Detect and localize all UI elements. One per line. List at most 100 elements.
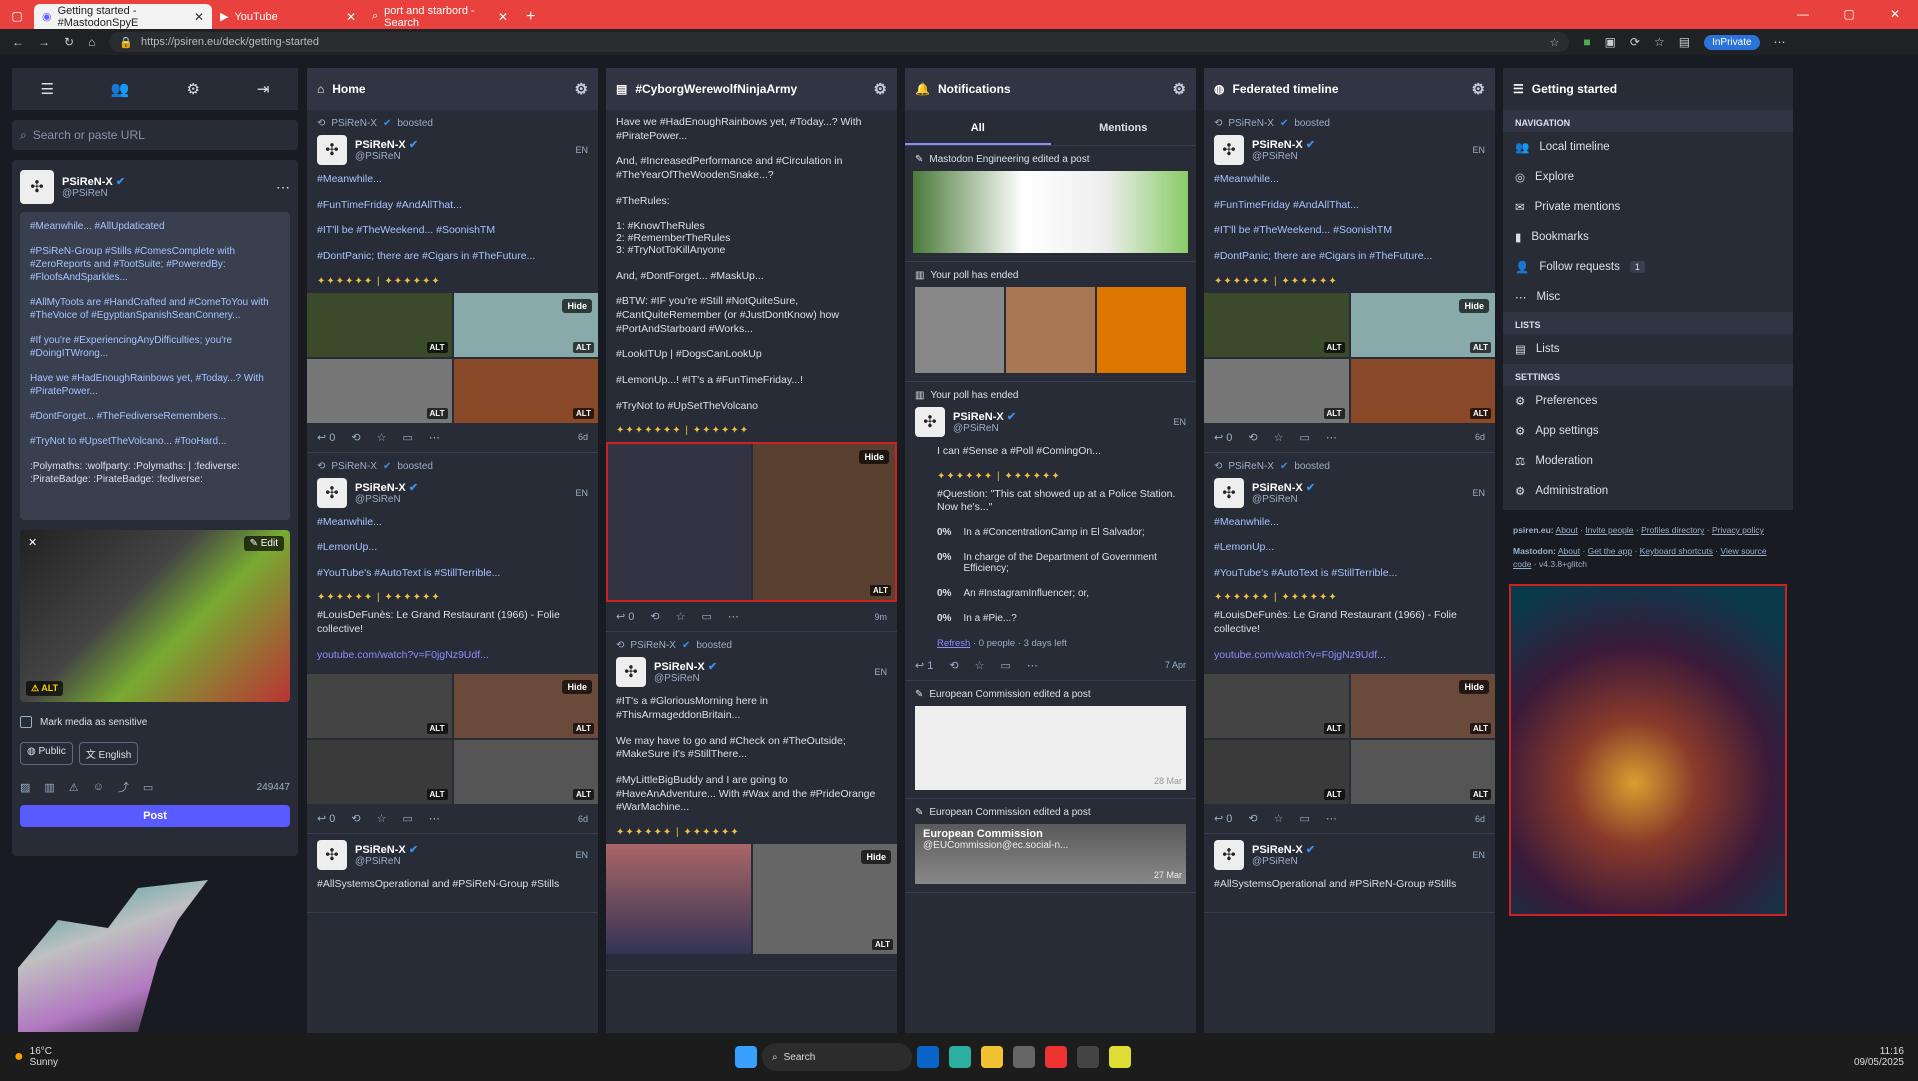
alt-badge[interactable]: ALT	[1323, 723, 1345, 735]
bookmark-button[interactable]: ▭	[1001, 659, 1011, 672]
media-gallery[interactable]	[915, 287, 1186, 373]
nav-app-settings[interactable]: ⚙ App settings	[1503, 416, 1793, 446]
language-button[interactable]: 文 English	[78, 742, 139, 765]
media-thumb[interactable]: ALT	[307, 674, 452, 739]
avatar[interactable]: ✣	[1214, 135, 1244, 165]
reply-button[interactable]: ↩ 0	[317, 431, 335, 444]
media-thumb[interactable]: Hide ALT	[453, 292, 598, 357]
alt-warning-badge[interactable]: ⚠ ALT	[26, 681, 64, 696]
more-button[interactable]: ⋯	[1326, 812, 1337, 825]
nav-follow-requests[interactable]: 👤 Follow requests 1	[1503, 252, 1793, 282]
booster-name[interactable]: PSiReN-X	[1228, 461, 1274, 472]
minimize-icon[interactable]: —	[1780, 0, 1826, 29]
nav-bookmarks[interactable]: ▮ Bookmarks	[1503, 222, 1793, 252]
status-item[interactable]: Have we #HadEnoughRainbows yet, #Today..…	[606, 110, 897, 633]
media-thumb[interactable]: Hide ALT	[453, 674, 598, 739]
media-thumb[interactable]: ALT	[307, 358, 452, 423]
status-item[interactable]: ⟲ PSiReN-X ✔ boosted ✣ PSiReN-X ✔ @PSiReN EN…	[307, 453, 598, 835]
author-name[interactable]: PSiReN-X	[953, 411, 1004, 423]
avatar[interactable]: ✣	[616, 657, 646, 688]
avatar[interactable]: ✣	[317, 840, 347, 871]
status-time[interactable]: 7 Apr	[1165, 660, 1186, 670]
boost-button[interactable]: ⟲	[351, 812, 360, 825]
media-thumb[interactable]	[913, 171, 1188, 253]
status-item[interactable]: ⟲ PSiReN-X ✔ boosted ✣ PSiReN-X ✔ @PSiReN EN…	[307, 110, 598, 453]
compose-textarea[interactable]: #Meanwhile... #AllUpdaticated #PSiReN-Gr…	[20, 212, 290, 520]
share-icon[interactable]: ⤴	[118, 779, 129, 795]
app-icon[interactable]	[1045, 1046, 1067, 1068]
media-thumb[interactable]: ALT	[1350, 740, 1495, 805]
home-header[interactable]: ⌂ Home ⚙	[307, 68, 598, 110]
warning-icon[interactable]: ⚠	[69, 781, 79, 794]
favourite-button[interactable]: ☆	[377, 431, 387, 444]
boost-button[interactable]: ⟲	[650, 610, 659, 623]
favourite-button[interactable]: ☆	[377, 812, 387, 825]
more-button[interactable]: ⋯	[429, 812, 440, 825]
more-button[interactable]: ⋯	[1326, 431, 1337, 444]
about-link[interactable]: About	[1558, 546, 1580, 556]
taskbar-search[interactable]: ⌕ Search	[762, 1043, 912, 1071]
extension-icon[interactable]: ▣	[1605, 35, 1616, 49]
media-thumb[interactable]: Hide ALT	[1350, 674, 1495, 739]
favourite-button[interactable]: ☆	[1274, 431, 1284, 444]
reply-button[interactable]: ↩ 0	[1214, 431, 1232, 444]
collections-icon[interactable]: ▤	[1679, 35, 1690, 49]
sync-icon[interactable]: ⟳	[1630, 35, 1640, 49]
hide-media-button[interactable]: Hide	[1459, 680, 1489, 695]
reply-button[interactable]: ↩ 0	[317, 812, 335, 825]
author-name[interactable]: PSiReN-X	[1252, 844, 1303, 856]
get-app-link[interactable]: Get the app	[1588, 546, 1632, 556]
alt-badge[interactable]: ALT	[573, 407, 594, 419]
outlook-icon[interactable]	[917, 1046, 939, 1068]
tab-actions-icon[interactable]: ▢	[0, 4, 34, 29]
nav-moderation[interactable]: ⚖ Moderation	[1503, 446, 1793, 476]
visibility-button[interactable]: ◍ Public	[20, 742, 73, 765]
bookmark-button[interactable]: ▭	[403, 812, 413, 825]
media-thumb[interactable]: ALT	[1204, 674, 1349, 739]
more-button[interactable]: ⋯	[728, 610, 739, 623]
favorites-icon[interactable]: ☆	[1654, 35, 1665, 49]
people-icon[interactable]: 👥	[111, 80, 130, 98]
hide-media-button[interactable]: Hide	[562, 680, 592, 695]
status-item[interactable]: ✣ PSiReN-X ✔ @PSiReN EN #AllSystemsOperat…	[307, 834, 598, 914]
gear-icon[interactable]: ⚙	[874, 80, 887, 98]
sensitive-checkbox[interactable]	[20, 716, 32, 728]
tab-getting-started[interactable]: ◉ Getting started - #MastodonSpyE ✕	[34, 4, 212, 29]
profiles-link[interactable]: Profiles directory	[1641, 525, 1704, 535]
poll-icon[interactable]: ▥	[44, 781, 54, 794]
nav-explore[interactable]: ◎ Explore	[1503, 162, 1793, 192]
status-time[interactable]: 9m	[874, 612, 887, 622]
app-icon[interactable]	[1109, 1046, 1131, 1068]
media-thumb[interactable]	[915, 287, 1004, 373]
status-link[interactable]: youtube.com/watch?v=F0jgNz9Udf...	[1214, 649, 1485, 663]
avatar[interactable]: ✣	[1214, 477, 1244, 508]
media-thumb[interactable]	[1006, 287, 1095, 373]
avatar[interactable]: ✣	[20, 170, 54, 204]
media-thumb[interactable]	[1097, 287, 1186, 373]
status-time[interactable]: 6d	[1475, 814, 1485, 824]
author-name[interactable]: PSiReN-X	[654, 661, 705, 673]
nav-misc[interactable]: ⋯ Misc	[1503, 282, 1793, 312]
home-icon[interactable]: ⌂	[88, 35, 95, 49]
inprivate-badge[interactable]: InPrivate	[1704, 34, 1760, 50]
media-gallery[interactable]: Hide ALT	[606, 442, 897, 603]
status-item[interactable]: ✣ PSiReN-X ✔ @PSiReN EN #AllSystemsOperat…	[1204, 834, 1495, 914]
close-window-icon[interactable]: ✕	[1872, 0, 1918, 29]
boost-button[interactable]: ⟲	[351, 431, 360, 444]
avatar[interactable]: ✣	[915, 407, 945, 437]
more-button[interactable]: ⋯	[1027, 659, 1038, 672]
booster-name[interactable]: PSiReN-X	[331, 461, 377, 472]
media-thumb[interactable]	[606, 843, 751, 954]
media-thumb[interactable]: ALT	[1204, 358, 1349, 423]
bookmark-button[interactable]: ▭	[1300, 812, 1310, 825]
new-tab-icon[interactable]: +	[516, 4, 545, 29]
author-name[interactable]: European Commission	[923, 828, 1178, 840]
media-thumb[interactable]: Hide ALT	[1350, 292, 1495, 357]
federated-header[interactable]: ◍ Federated timeline ⚙	[1204, 68, 1495, 110]
media-player-icon[interactable]	[1077, 1046, 1099, 1068]
reload-icon[interactable]: ↻	[64, 35, 74, 49]
media-thumb[interactable]: Hide ALT	[752, 444, 895, 601]
media-thumb[interactable]: Hide ALT	[752, 843, 897, 954]
app-icon[interactable]	[1013, 1046, 1035, 1068]
booster-name[interactable]: PSiReN-X	[331, 118, 377, 129]
